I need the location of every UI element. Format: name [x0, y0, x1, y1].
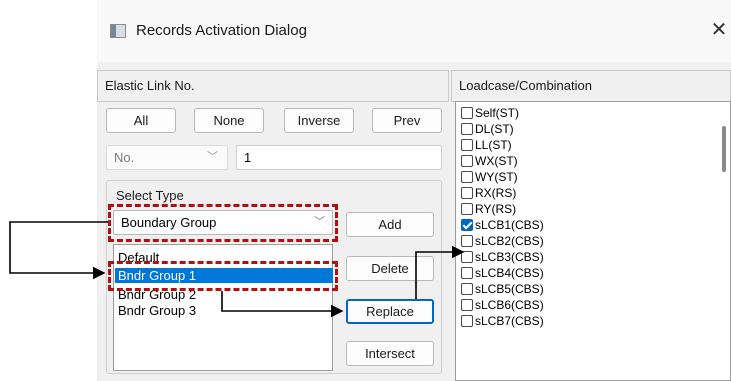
checkbox-icon[interactable] — [461, 107, 473, 119]
checkbox-icon[interactable] — [461, 203, 473, 215]
highlight-box-group — [108, 261, 338, 291]
window-app-icon — [110, 24, 126, 38]
highlight-box-select-type — [108, 204, 338, 242]
intersect-button[interactable]: Intersect — [346, 341, 434, 366]
number-type-value: No. — [114, 150, 135, 165]
chevron-down-icon: ﹀ — [207, 151, 218, 163]
close-icon[interactable]: ✕ — [708, 18, 730, 42]
add-button[interactable]: Add — [346, 212, 434, 237]
window-title: Records Activation Dialog — [136, 22, 307, 39]
arrow-select-type-to-group — [9, 221, 108, 280]
inverse-button[interactable]: Inverse — [284, 108, 354, 133]
checkbox-checked-icon[interactable] — [461, 219, 473, 231]
replace-button[interactable]: Replace — [346, 299, 434, 324]
checkbox-icon[interactable] — [461, 171, 473, 183]
none-button[interactable]: None — [194, 108, 264, 133]
loadcase-header: Loadcase/Combination — [451, 70, 731, 102]
list-item[interactable]: Bndr Group 3 — [118, 303, 196, 318]
checkbox-icon[interactable] — [461, 251, 473, 263]
checkbox-icon[interactable] — [461, 267, 473, 279]
all-button[interactable]: All — [106, 108, 176, 133]
loadcase-listbox[interactable]: Self(ST) DL(ST) LL(ST) WX(ST) WY(ST) RX(… — [455, 101, 731, 381]
checkbox-icon[interactable] — [461, 155, 473, 167]
checkbox-icon[interactable] — [461, 123, 473, 135]
checkbox-icon[interactable] — [461, 315, 473, 327]
scrollbar-thumb[interactable] — [722, 126, 726, 172]
number-input[interactable]: 1 — [236, 145, 442, 170]
checkbox-icon[interactable] — [461, 283, 473, 295]
checkbox-icon[interactable] — [461, 139, 473, 151]
prev-button[interactable]: Prev — [372, 108, 442, 133]
checkbox-icon[interactable] — [461, 187, 473, 199]
delete-button[interactable]: Delete — [346, 256, 434, 281]
select-type-label: Select Type — [116, 188, 184, 203]
checkbox-icon[interactable] — [461, 299, 473, 311]
elastic-link-header: Elastic Link No. — [97, 70, 449, 102]
number-type-select[interactable]: No. ﹀ — [106, 145, 228, 170]
checkbox-icon[interactable] — [461, 235, 473, 247]
